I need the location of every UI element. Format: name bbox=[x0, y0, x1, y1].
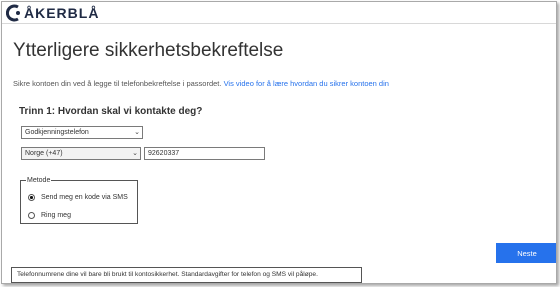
brand-name: ÅKERBLÅ bbox=[24, 5, 100, 21]
chevron-down-icon: ⌄ bbox=[134, 129, 140, 136]
country-code-value: Norge (+47) bbox=[25, 150, 63, 157]
phone-number-input[interactable]: 92620337 bbox=[144, 147, 265, 160]
logo-mark-icon bbox=[6, 4, 20, 22]
page-title: Ytterligere sikkerhetsbekreftelse bbox=[13, 40, 284, 61]
radio-unchecked-icon[interactable] bbox=[28, 212, 35, 219]
contact-method-value: Godkjenningstelefon bbox=[25, 129, 89, 136]
radio-checked-icon[interactable] bbox=[28, 194, 35, 201]
brand-logo: ÅKERBLÅ bbox=[6, 2, 99, 24]
method-option-call[interactable]: Ring meg bbox=[28, 212, 71, 219]
footnote-text: Telefonnumrene dine vil bare bli brukt t… bbox=[11, 267, 362, 283]
header-divider bbox=[2, 23, 556, 24]
intro-text: Sikre kontoen din ved å legge til telefo… bbox=[13, 79, 389, 88]
step-heading: Trinn 1: Hvordan skal vi kontakte deg? bbox=[19, 106, 203, 117]
method-option-label: Send meg en kode via SMS bbox=[41, 194, 128, 201]
method-option-label: Ring meg bbox=[41, 212, 71, 219]
window-frame: ÅKERBLÅ Ytterligere sikkerhetsbekreftels… bbox=[1, 1, 557, 284]
intro-description: Sikre kontoen din ved å legge til telefo… bbox=[13, 79, 222, 88]
method-fieldset: Metode Send meg en kode via SMS Ring meg bbox=[20, 176, 138, 224]
next-button[interactable]: Neste bbox=[496, 243, 556, 263]
chevron-down-icon: ⌄ bbox=[132, 150, 138, 157]
video-help-link[interactable]: Vis video for å lære hvordan du sikrer k… bbox=[224, 79, 389, 88]
method-option-sms[interactable]: Send meg en kode via SMS bbox=[28, 194, 128, 201]
contact-method-select[interactable]: Godkjenningstelefon ⌄ bbox=[21, 126, 143, 139]
country-code-select[interactable]: Norge (+47) ⌄ bbox=[21, 147, 141, 160]
method-legend: Metode bbox=[26, 176, 52, 185]
